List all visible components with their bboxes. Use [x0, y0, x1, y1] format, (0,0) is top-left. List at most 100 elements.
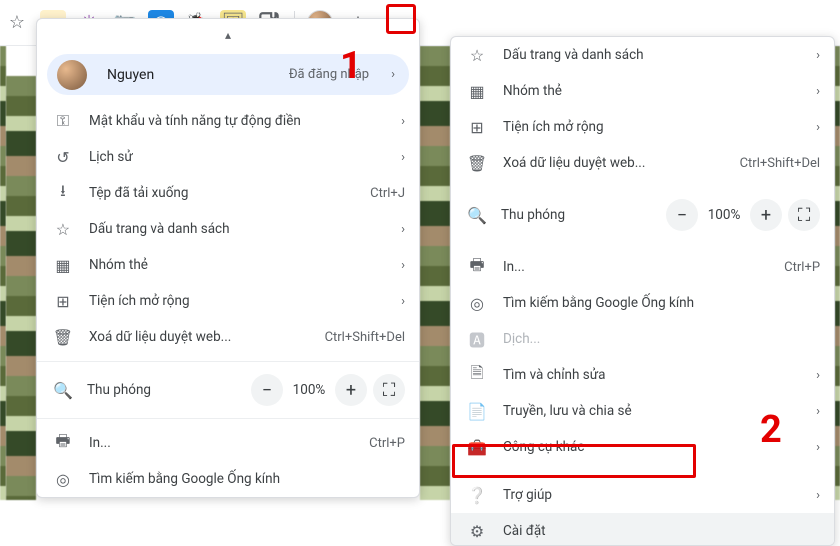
menu-item-downloads[interactable]: ⭳ Tệp đã tải xuống Ctrl+J	[37, 175, 419, 211]
menu-item-lens[interactable]: ◎ Tìm kiếm bằng Google Ống kính	[451, 285, 834, 321]
print-icon: 🖶	[467, 254, 487, 281]
menu-label: Trợ giúp	[503, 487, 800, 503]
zoom-label: Thu phóng	[501, 207, 652, 223]
menu-separator	[37, 418, 419, 419]
shortcut-text: Ctrl+Shift+Del	[325, 330, 405, 345]
chevron-right-icon: ›	[816, 488, 820, 503]
callout-box-1	[386, 4, 416, 34]
menu-separator	[37, 361, 419, 362]
menu-item-bookmarks[interactable]: ☆ Dấu trang và danh sách ›	[451, 37, 834, 73]
fullscreen-button[interactable]: ⛶	[373, 374, 405, 406]
menu-item-tab-groups[interactable]: ▦ Nhóm thẻ ›	[451, 73, 834, 109]
menu-item-clear-data[interactable]: 🗑 Xoá dữ liệu duyệt web... Ctrl+Shift+De…	[451, 145, 834, 181]
zoom-out-button[interactable]: −	[251, 374, 283, 406]
menu-label: Tìm và chỉnh sửa	[503, 367, 800, 383]
menu-item-print[interactable]: 🖶 In... Ctrl+P	[37, 425, 419, 461]
zoom-icon: 🔍	[467, 206, 487, 225]
chevron-right-icon: ›	[401, 294, 405, 309]
menu-label: Dấu trang và danh sách	[89, 221, 385, 237]
chevron-right-icon: ›	[816, 440, 820, 455]
lens-icon: ◎	[467, 294, 487, 313]
menu-item-tab-groups[interactable]: ▦ Nhóm thẻ ›	[37, 247, 419, 283]
help-icon: ❔	[467, 486, 487, 505]
fullscreen-button[interactable]: ⛶	[788, 199, 820, 231]
print-icon: 🖶	[53, 430, 73, 457]
menu-item-lens[interactable]: ◎ Tìm kiếm bằng Google Ống kính	[37, 461, 419, 497]
menu-item-settings[interactable]: ⚙ Cài đặt	[451, 513, 834, 546]
chevron-right-icon: ›	[816, 368, 820, 383]
chevron-right-icon: ›	[816, 48, 820, 63]
zoom-in-button[interactable]: +	[750, 199, 782, 231]
chevron-right-icon: ›	[816, 84, 820, 99]
menu-label: Truyền, lưu và chia sẻ	[503, 403, 800, 419]
translate-icon: 🅰	[467, 327, 487, 351]
shortcut-text: Ctrl+P	[784, 260, 820, 275]
menu-label: Xoá dữ liệu duyệt web...	[89, 329, 309, 345]
profile-avatar-icon	[57, 60, 87, 90]
menu-label: Mật khẩu và tính năng tự động điền	[89, 113, 385, 129]
background-strip	[835, 46, 840, 500]
zoom-icon: 🔍	[53, 381, 73, 400]
history-icon: ↺	[53, 148, 73, 167]
menu-label: Xoá dữ liệu duyệt web...	[503, 155, 724, 171]
chrome-menu-left: ▴ Nguyen Đã đăng nhập › ⚿ Mật khẩu và tí…	[36, 18, 420, 498]
menu-label: Nhóm thẻ	[503, 83, 800, 99]
background-strip	[6, 76, 36, 500]
menu-item-clear-data[interactable]: 🗑 Xoá dữ liệu duyệt web... Ctrl+Shift+De…	[37, 319, 419, 355]
cast-icon: 📄	[467, 402, 487, 421]
menu-item-translate: 🅰 Dịch...	[451, 321, 834, 357]
chevron-right-icon: ›	[401, 222, 405, 237]
menu-label: Tiện ích mở rộng	[503, 119, 800, 135]
menu-label: In...	[89, 435, 353, 451]
bookmark-star-icon[interactable]: ☆	[4, 10, 30, 36]
chevron-right-icon: ›	[401, 258, 405, 273]
zoom-row: 🔍 Thu phóng − 100% + ⛶	[451, 193, 834, 237]
menu-item-extensions[interactable]: ⊞ Tiện ích mở rộng ›	[37, 283, 419, 319]
background-strip	[420, 46, 450, 500]
zoom-label: Thu phóng	[87, 382, 237, 398]
profile-name: Nguyen	[107, 67, 273, 83]
menu-item-find-edit[interactable]: 🗎 Tìm và chỉnh sửa ›	[451, 357, 834, 393]
shortcut-text: Ctrl+J	[370, 186, 405, 201]
shortcut-text: Ctrl+P	[369, 436, 405, 451]
menu-item-bookmarks[interactable]: ☆ Dấu trang và danh sách ›	[37, 211, 419, 247]
trash-icon: 🗑	[53, 328, 73, 347]
puzzle-icon: ⊞	[467, 118, 487, 137]
settings-icon: ⚙	[467, 522, 487, 541]
star-icon: ☆	[53, 220, 73, 239]
annotation-1: 1	[340, 44, 362, 88]
menu-label: Tiện ích mở rộng	[89, 293, 385, 309]
zoom-out-button[interactable]: −	[666, 199, 698, 231]
shortcut-text: Ctrl+Shift+Del	[740, 156, 820, 171]
grid-icon: ▦	[53, 256, 73, 275]
menu-label: Tìm kiếm bằng Google Ống kính	[89, 471, 405, 487]
menu-label: Lịch sử	[89, 149, 385, 165]
chevron-right-icon: ›	[816, 404, 820, 419]
menu-item-passwords[interactable]: ⚿ Mật khẩu và tính năng tự động điền ›	[37, 103, 419, 139]
menu-label: Dấu trang và danh sách	[503, 47, 800, 63]
puzzle-icon: ⊞	[53, 292, 73, 311]
grid-icon: ▦	[467, 82, 487, 101]
download-icon: ⭳	[53, 180, 73, 207]
chevron-right-icon: ›	[391, 67, 395, 82]
lens-icon: ◎	[53, 470, 73, 489]
menu-label: Dịch...	[503, 331, 820, 347]
menu-label: Tệp đã tải xuống	[89, 185, 354, 201]
menu-item-extensions[interactable]: ⊞ Tiện ích mở rộng ›	[451, 109, 834, 145]
chevron-right-icon: ›	[401, 150, 405, 165]
menu-label: Nhóm thẻ	[89, 257, 385, 273]
zoom-value: 100%	[704, 207, 744, 223]
chrome-menu-right: ☆ Dấu trang và danh sách › ▦ Nhóm thẻ › …	[450, 36, 835, 546]
chevron-right-icon: ›	[401, 114, 405, 129]
find-icon: 🗎	[467, 362, 487, 389]
zoom-in-button[interactable]: +	[335, 374, 367, 406]
chevron-right-icon: ›	[816, 120, 820, 135]
menu-item-history[interactable]: ↺ Lịch sử ›	[37, 139, 419, 175]
menu-item-help[interactable]: ❔ Trợ giúp ›	[451, 477, 834, 513]
menu-label: In...	[503, 259, 768, 275]
menu-item-print[interactable]: 🖶 In... Ctrl+P	[451, 249, 834, 285]
key-icon: ⚿	[53, 111, 73, 131]
tools-icon: 🧰	[467, 438, 487, 457]
menu-label: Tìm kiếm bằng Google Ống kính	[503, 295, 820, 311]
menu-label: Công cụ khác	[503, 439, 800, 455]
